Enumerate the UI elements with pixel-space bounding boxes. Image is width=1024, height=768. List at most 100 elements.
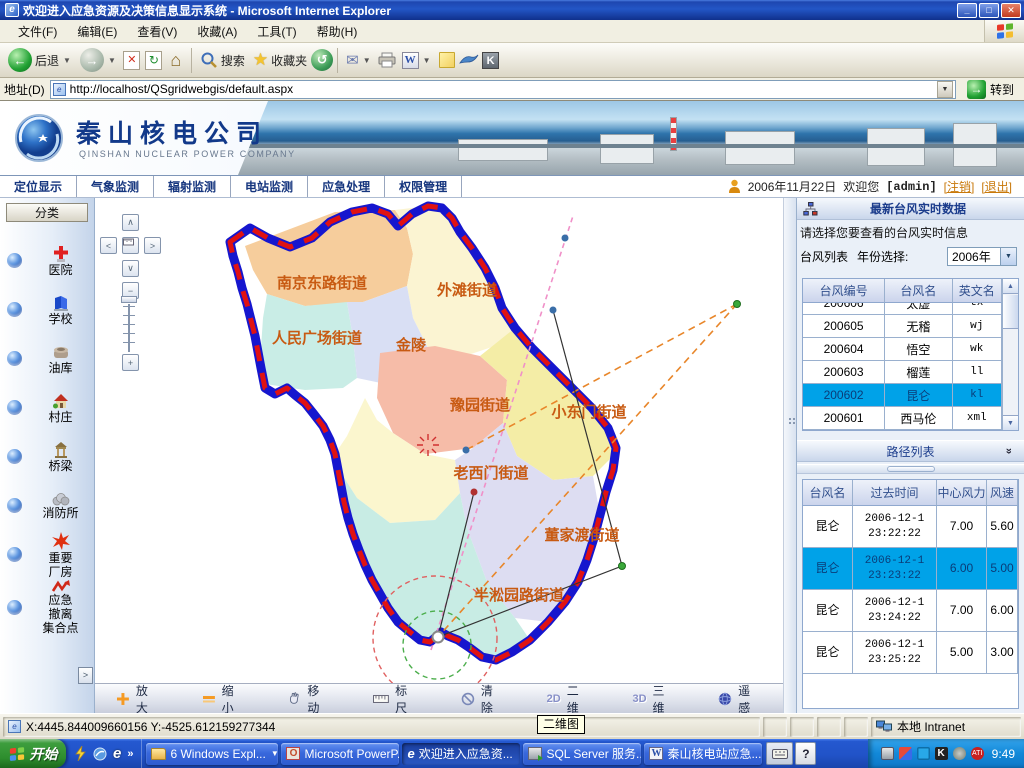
zoom-in-tool[interactable]: 放大 bbox=[95, 682, 181, 716]
track-point[interactable] bbox=[734, 301, 741, 308]
sidebar-item-fire-station[interactable]: 消防所 bbox=[0, 481, 94, 530]
tray-kaspersky-icon[interactable]: K bbox=[935, 747, 948, 760]
show-desktop-icon[interactable] bbox=[74, 746, 87, 761]
quick-launch-icon[interactable] bbox=[93, 747, 107, 761]
sidebar-item-hospital[interactable]: 医院 bbox=[0, 236, 94, 285]
back-dropdown-icon[interactable]: ▼ bbox=[62, 56, 72, 65]
view-3d-tool[interactable]: 3D 三维 bbox=[611, 682, 697, 716]
map-canvas[interactable]: 南京东路街道 外滩街道 人民广场街道 金陵 豫园街道 小东门街道 老西门街道 董… bbox=[95, 198, 783, 683]
category-header[interactable]: 分类 bbox=[6, 203, 88, 222]
address-dropdown-icon[interactable]: ▼ bbox=[937, 81, 953, 98]
track-point[interactable] bbox=[619, 563, 626, 570]
scrollbar-thumb[interactable] bbox=[1003, 295, 1018, 329]
address-input[interactable]: e http://localhost/QSgridwebgis/default.… bbox=[50, 80, 956, 99]
typhoon-row[interactable]: 200606 太虚 tx bbox=[803, 303, 1002, 315]
print-button[interactable] bbox=[376, 49, 398, 71]
pan-right-button[interactable]: > bbox=[144, 237, 161, 254]
sidebar-item-oil-depot[interactable]: 油库 bbox=[0, 334, 94, 383]
tray-network-icon[interactable] bbox=[917, 747, 930, 760]
track-point[interactable] bbox=[471, 489, 478, 496]
track-row[interactable]: 昆仑 2006-12-123:25:22 5.00 3.00 bbox=[803, 632, 1018, 674]
home-button[interactable]: ⌂ bbox=[165, 49, 187, 71]
go-button[interactable]: → 转到 bbox=[961, 80, 1020, 99]
year-select[interactable]: 2006年 ▼ bbox=[947, 247, 1017, 266]
stop-button[interactable]: ✕ bbox=[121, 49, 143, 71]
exit-link[interactable]: [退出] bbox=[981, 178, 1012, 195]
zoom-out-tool[interactable]: 缩小 bbox=[181, 682, 267, 716]
tray-ati-icon[interactable]: ATI bbox=[971, 747, 984, 760]
zoom-slider-handle[interactable] bbox=[121, 296, 137, 303]
messenger-button[interactable] bbox=[458, 49, 480, 71]
pan-tool[interactable]: 移动 bbox=[266, 682, 352, 716]
panel-splitter[interactable] bbox=[783, 198, 797, 713]
nav-tab-radiation[interactable]: 辐射监测 bbox=[154, 176, 231, 197]
sidebar-item-bridge[interactable]: 桥梁 bbox=[0, 432, 94, 481]
language-help-button[interactable]: ? bbox=[795, 742, 816, 765]
scroll-up-icon[interactable]: ▲ bbox=[1003, 279, 1018, 294]
quick-launch-overflow-icon[interactable]: » bbox=[127, 748, 133, 760]
typhoon-row-selected[interactable]: 200602 昆仑 kl bbox=[803, 384, 1002, 407]
minimize-button[interactable]: _ bbox=[957, 3, 977, 18]
taskbar-clock[interactable]: 9:49 bbox=[992, 747, 1015, 761]
remote-sensing-tool[interactable]: 遥感 bbox=[697, 682, 783, 716]
menu-help[interactable]: 帮助(H) bbox=[307, 23, 368, 40]
typhoon-table-scrollbar[interactable]: ▲ ▼ bbox=[1002, 279, 1018, 430]
close-button[interactable]: ✕ bbox=[1001, 3, 1021, 18]
typhoon-row[interactable]: 200605 无稽 wj bbox=[803, 315, 1002, 338]
tray-sql-icon[interactable] bbox=[881, 747, 894, 760]
start-button[interactable]: 开始 bbox=[0, 739, 66, 768]
taskbar-button-ie-active[interactable]: e 欢迎进入应急资... bbox=[402, 743, 520, 765]
pan-down-button[interactable]: ∨ bbox=[122, 260, 139, 277]
language-bar-button[interactable] bbox=[766, 742, 793, 765]
sidebar-item-school[interactable]: 学校 bbox=[0, 285, 94, 334]
typhoon-row[interactable]: 200603 榴莲 ll bbox=[803, 361, 1002, 384]
antivirus-button[interactable]: K bbox=[480, 49, 502, 71]
path-list-bar[interactable]: 路径列表 « bbox=[797, 440, 1024, 462]
track-row-selected[interactable]: 昆仑 2006-12-123:23:22 6.00 5.00 bbox=[803, 548, 1018, 590]
nav-tab-weather[interactable]: 气象监测 bbox=[77, 176, 154, 197]
search-button[interactable]: 搜索 bbox=[196, 51, 249, 69]
menu-favorites[interactable]: 收藏(A) bbox=[187, 23, 247, 40]
taskbar-button-powerpoint[interactable]: O Microsoft PowerP... bbox=[281, 743, 399, 765]
track-point[interactable] bbox=[550, 307, 557, 314]
menu-file[interactable]: 文件(F) bbox=[8, 23, 67, 40]
year-select-dropdown-icon[interactable]: ▼ bbox=[1000, 248, 1016, 265]
clear-tool[interactable]: 清除 bbox=[440, 682, 526, 716]
menu-view[interactable]: 查看(V) bbox=[127, 23, 187, 40]
view-2d-tool[interactable]: 2D 二维 bbox=[526, 682, 612, 716]
nav-tab-permission[interactable]: 权限管理 bbox=[385, 176, 462, 197]
word-dropdown-icon[interactable]: ▼ bbox=[422, 56, 432, 65]
pan-up-button[interactable]: ∧ bbox=[122, 214, 139, 231]
back-button[interactable]: ← 后退 ▼ bbox=[4, 48, 76, 72]
pan-left-button[interactable]: < bbox=[100, 237, 117, 254]
tray-messenger-icon[interactable] bbox=[899, 747, 912, 760]
taskbar-button-explorer-group[interactable]: 6 Windows Expl... ▼ bbox=[146, 743, 278, 765]
typhoon-center-point[interactable] bbox=[433, 632, 444, 643]
taskbar-button-word-doc[interactable]: W 秦山核电站应急... bbox=[644, 743, 762, 765]
zoom-in-step-button[interactable]: + bbox=[122, 354, 139, 371]
sidebar-item-village[interactable]: 村庄 bbox=[0, 383, 94, 432]
sidebar-expand-button[interactable]: > bbox=[78, 667, 93, 684]
maximize-button[interactable]: □ bbox=[979, 3, 999, 18]
zoom-slider[interactable] bbox=[128, 304, 130, 352]
splitter-handle[interactable] bbox=[887, 466, 935, 472]
mail-button[interactable]: ✉▼ bbox=[342, 51, 376, 69]
notes-button[interactable] bbox=[436, 49, 458, 71]
horizontal-splitter[interactable] bbox=[797, 464, 1024, 474]
scroll-down-icon[interactable]: ▼ bbox=[1003, 415, 1018, 430]
sidebar-item-assembly-point[interactable]: 应急 撤离 集合点 bbox=[0, 579, 94, 635]
refresh-button[interactable]: ↻ bbox=[143, 49, 165, 71]
track-row[interactable]: 昆仑 2006-12-123:24:22 7.00 6.00 bbox=[803, 590, 1018, 632]
logout-link[interactable]: [注销] bbox=[944, 178, 975, 195]
menu-tools[interactable]: 工具(T) bbox=[247, 23, 306, 40]
typhoon-row[interactable]: 200604 悟空 wk bbox=[803, 338, 1002, 361]
history-button[interactable]: ↺ bbox=[311, 49, 333, 71]
measure-tool[interactable]: 标尺 bbox=[352, 682, 440, 716]
ruler-button[interactable] bbox=[122, 237, 139, 254]
typhoon-row[interactable]: 200601 西马伦 xml bbox=[803, 407, 1002, 430]
track-point[interactable] bbox=[562, 235, 569, 242]
track-row[interactable]: 昆仑 2006-12-123:22:22 7.00 5.60 bbox=[803, 506, 1018, 548]
edit-with-word-button[interactable]: W▼ bbox=[398, 52, 436, 69]
menu-edit[interactable]: 编辑(E) bbox=[67, 23, 127, 40]
nav-tab-emergency[interactable]: 应急处理 bbox=[308, 176, 385, 197]
